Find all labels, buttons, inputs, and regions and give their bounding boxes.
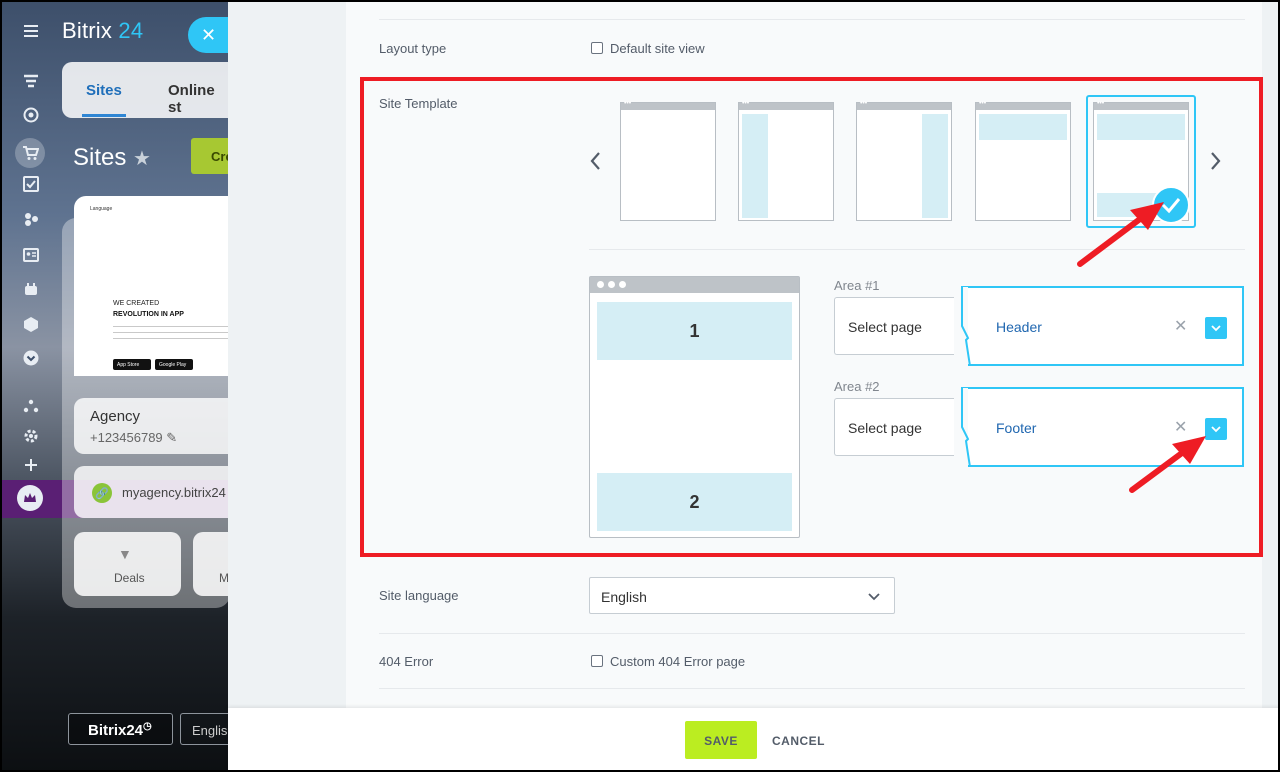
network-icon[interactable]: [19, 394, 43, 418]
site-link-box[interactable]: 🔗 myagency.bitrix24: [74, 466, 230, 518]
site-preview[interactable]: Language WE CREATED REVOLUTION IN APP Ap…: [74, 196, 230, 376]
brand-logo: Bitrix 24: [62, 18, 144, 43]
annotation-arrow: [1077, 202, 1164, 267]
chevron-down-icon[interactable]: [868, 588, 880, 606]
footer-language[interactable]: Englis: [180, 713, 230, 745]
custom-404-label[interactable]: Custom 404 Error page: [610, 654, 745, 669]
preview-heading: REVOLUTION IN APP: [113, 311, 184, 318]
agency-phone: +123456789 ✎: [90, 430, 178, 445]
site-settings-panel: Layout type Default site view Site Templ…: [228, 0, 1280, 772]
agency-name: Agency: [90, 408, 141, 425]
menu-icon[interactable]: [19, 19, 43, 43]
site-language-label: Site language: [379, 588, 459, 603]
crm-icon[interactable]: [19, 207, 43, 231]
divider: [379, 633, 1245, 634]
page-title: Sites ★: [73, 144, 151, 171]
preview-text-lines: [113, 326, 228, 344]
google-play-badge: Google Play: [155, 359, 193, 370]
default-site-view-checkbox[interactable]: [591, 42, 603, 54]
deals-label: Deals: [114, 571, 145, 585]
cart-icon[interactable]: [15, 138, 45, 168]
button-bar: SAVE CANCEL: [228, 708, 1280, 772]
site-language-select[interactable]: English: [589, 577, 895, 614]
gear-icon[interactable]: [19, 424, 43, 448]
preview-link: Language: [90, 206, 113, 212]
left-nav: [0, 0, 62, 772]
save-button[interactable]: SAVE: [685, 721, 757, 759]
default-site-view-label[interactable]: Default site view: [610, 41, 705, 56]
footer-logo: Bitrix24◷: [68, 713, 173, 745]
close-slider-button[interactable]: ✕: [188, 17, 232, 53]
pencil-icon[interactable]: ✎: [166, 430, 177, 445]
preview-line: WE CREATED: [113, 300, 160, 307]
star-icon[interactable]: ★: [133, 148, 151, 170]
m-tile[interactable]: M: [193, 532, 233, 596]
tab-sites[interactable]: Sites: [82, 82, 126, 117]
box-icon[interactable]: [19, 312, 43, 336]
sites-tabs: Sites Online st: [62, 62, 228, 118]
annotation-arrow: [1129, 436, 1206, 493]
app-store-badge: App Store: [113, 359, 151, 370]
chevron-circle-icon[interactable]: [19, 346, 43, 370]
funnel-icon[interactable]: [19, 70, 43, 94]
create-button[interactable]: Cre: [191, 138, 233, 174]
funnel-icon: ▼: [118, 546, 132, 562]
error-404-label: 404 Error: [379, 654, 434, 669]
layout-type-label: Layout type: [379, 41, 447, 56]
plus-icon[interactable]: [19, 453, 43, 477]
tasks-icon[interactable]: [19, 172, 43, 196]
divider: [379, 19, 1245, 20]
cancel-button[interactable]: CANCEL: [772, 721, 825, 759]
custom-404-checkbox[interactable]: [591, 655, 603, 667]
robot-icon[interactable]: [19, 277, 43, 301]
link-icon: 🔗: [92, 483, 112, 503]
target-icon[interactable]: [19, 103, 43, 127]
contact-card-icon[interactable]: [19, 243, 43, 267]
divider: [379, 688, 1245, 689]
agency-info: Agency +123456789 ✎: [74, 398, 230, 454]
deals-tile[interactable]: ▼ Deals: [74, 532, 181, 596]
close-icon: ✕: [201, 24, 217, 45]
tab-online-store[interactable]: Online st: [168, 82, 228, 116]
crown-icon[interactable]: [17, 485, 43, 511]
site-link[interactable]: myagency.bitrix24: [122, 485, 226, 500]
